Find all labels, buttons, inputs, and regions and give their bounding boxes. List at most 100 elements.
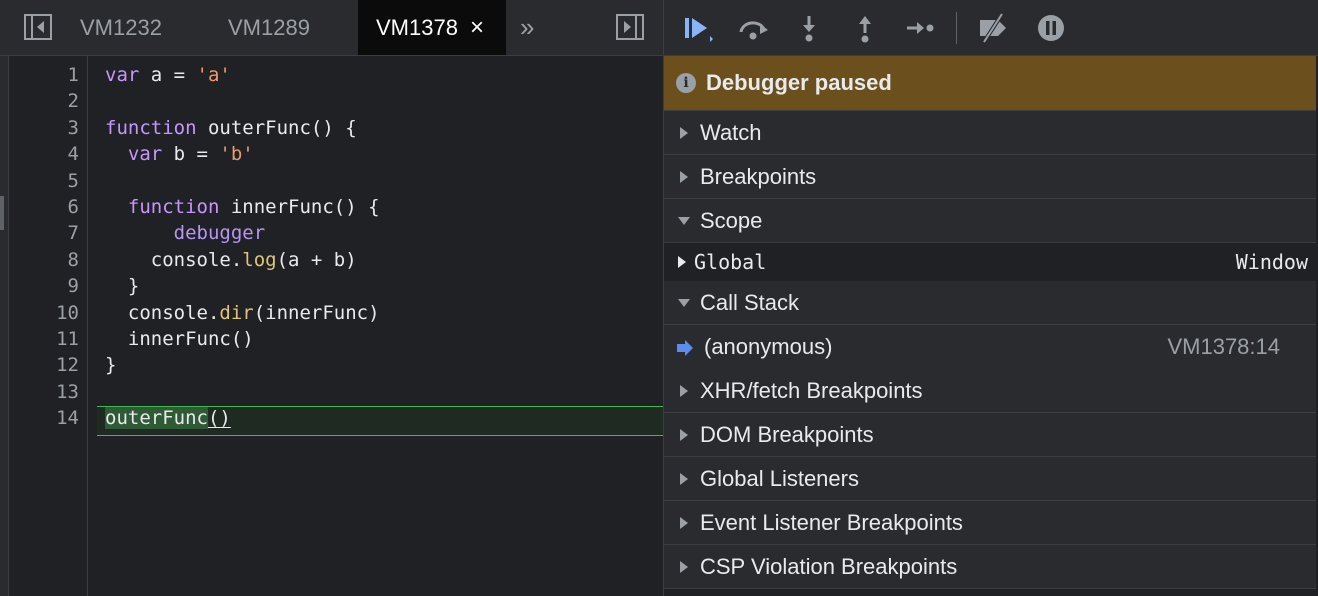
section-scope[interactable]: Scope xyxy=(664,199,1316,243)
step-over-icon[interactable] xyxy=(736,12,770,44)
scope-item-global[interactable]: Global Window xyxy=(664,243,1316,282)
code-line: function innerFunc() { xyxy=(105,196,380,218)
toolbar-separator xyxy=(956,12,957,44)
tab-label: VM1289 xyxy=(228,14,310,40)
code-token: var xyxy=(105,64,140,86)
code-token: function xyxy=(105,116,197,139)
close-icon[interactable]: × xyxy=(470,14,484,42)
resize-handle[interactable] xyxy=(0,196,4,230)
step-icon[interactable] xyxy=(904,12,938,44)
code-token: (a + b) xyxy=(276,248,357,271)
tab-vm1289[interactable]: VM1289 xyxy=(214,0,334,55)
section-label: XHR/fetch Breakpoints xyxy=(700,377,923,403)
tab-vm1378[interactable]: VM1378 × xyxy=(358,0,506,55)
source-tab-bar: VM1232 VM1289 VM1378 × » xyxy=(0,0,663,56)
code-line: var a = 'a' xyxy=(105,64,231,86)
line-number[interactable]: 1 xyxy=(68,64,79,86)
pause-on-exceptions-icon[interactable] xyxy=(1034,12,1068,44)
code-area[interactable]: var a = 'a' function outerFunc() { var b … xyxy=(97,56,663,596)
frame-function-name: (anonymous) xyxy=(704,334,833,359)
line-number[interactable]: 4 xyxy=(68,143,79,165)
tab-label: VM1378 xyxy=(376,14,458,40)
deactivate-breakpoints-icon[interactable] xyxy=(976,12,1010,44)
section-event-listener-breakpoints[interactable]: Event Listener Breakpoints xyxy=(664,501,1316,545)
code-token: outerFunc xyxy=(105,407,208,430)
navigator-strip[interactable] xyxy=(0,56,9,596)
line-number[interactable]: 14 xyxy=(56,407,79,429)
call-stack-frame[interactable]: (anonymous) VM1378:14 xyxy=(664,325,1316,370)
chevron-right-icon xyxy=(680,170,688,183)
line-number[interactable]: 7 xyxy=(68,222,79,244)
code-line: debugger xyxy=(105,222,266,245)
code-token: a = xyxy=(139,64,197,86)
section-label: CSP Violation Breakpoints xyxy=(700,553,958,579)
scope-name: Global xyxy=(694,250,767,274)
code-editor[interactable]: 1 2 3 4 5 6 7 8 9 10 11 12 13 14 var a = 'a' function … xyxy=(9,56,663,596)
toggle-navigator-icon[interactable] xyxy=(24,14,52,40)
line-number[interactable]: 13 xyxy=(56,381,79,403)
code-token: } xyxy=(105,354,117,377)
code-token: console. xyxy=(105,301,220,324)
chevron-down-icon xyxy=(678,298,690,307)
code-token: dir xyxy=(219,301,254,324)
code-token: function xyxy=(127,196,220,218)
section-dom-breakpoints[interactable]: DOM Breakpoints xyxy=(664,413,1316,457)
code-line: } xyxy=(105,275,139,297)
toggle-debugger-icon[interactable] xyxy=(616,14,644,40)
chevron-right-icon xyxy=(678,256,686,268)
more-tabs-icon[interactable]: » xyxy=(520,0,550,55)
chevron-right-icon xyxy=(680,126,688,139)
line-number[interactable]: 2 xyxy=(68,90,79,112)
resume-icon[interactable] xyxy=(680,12,714,44)
code-line: innerFunc() xyxy=(105,328,254,350)
code-token: debugger xyxy=(173,222,266,245)
section-watch[interactable]: Watch xyxy=(664,111,1316,155)
line-number[interactable]: 5 xyxy=(68,170,79,192)
line-number-gutter[interactable]: 1 2 3 4 5 6 7 8 9 10 11 12 13 14 xyxy=(9,56,88,596)
paused-message: Debugger paused xyxy=(706,70,892,95)
sources-editor-pane: VM1232 VM1289 VM1378 × » 1 2 3 4 5 6 7 8 9 10 11 12… xyxy=(0,0,663,596)
current-frame-arrow-icon xyxy=(676,337,694,363)
code-token: () xyxy=(207,407,231,430)
line-number[interactable]: 3 xyxy=(68,117,79,139)
line-number[interactable]: 12 xyxy=(56,354,79,376)
section-call-stack[interactable]: Call Stack xyxy=(664,281,1316,325)
line-number[interactable]: 9 xyxy=(68,275,79,297)
section-breakpoints[interactable]: Breakpoints xyxy=(664,155,1316,199)
line-number[interactable]: 11 xyxy=(56,328,79,350)
code-line: function outerFunc() { xyxy=(105,117,357,139)
code-line: console.log(a + b) xyxy=(105,249,357,271)
code-token: var xyxy=(127,143,163,166)
debugger-sidebar: i Debugger paused Watch Breakpoints Scop… xyxy=(663,0,1318,596)
section-label: Event Listener Breakpoints xyxy=(700,509,963,535)
code-token: (innerFunc) xyxy=(253,301,380,324)
chevron-down-icon xyxy=(678,216,690,225)
code-token: b = xyxy=(162,143,220,166)
code-token: 'b' xyxy=(219,143,254,166)
chevron-right-icon xyxy=(680,384,688,397)
step-out-icon[interactable] xyxy=(848,12,882,44)
chevron-right-icon xyxy=(680,516,688,529)
line-number[interactable]: 6 xyxy=(68,196,79,218)
line-number[interactable]: 8 xyxy=(68,249,79,271)
step-into-icon[interactable] xyxy=(792,12,826,44)
section-label: Call Stack xyxy=(700,289,800,315)
section-xhr-breakpoints[interactable]: XHR/fetch Breakpoints xyxy=(664,369,1316,413)
info-icon: i xyxy=(676,73,696,93)
section-global-listeners[interactable]: Global Listeners xyxy=(664,457,1316,501)
frame-location[interactable]: VM1378:14 xyxy=(1167,334,1280,360)
section-label: Global Listeners xyxy=(700,465,859,491)
tab-label: VM1232 xyxy=(80,14,162,40)
code-line: console.dir(innerFunc) xyxy=(105,302,380,324)
line-number[interactable]: 10 xyxy=(56,302,79,324)
code-line: } xyxy=(105,354,116,376)
tab-vm1232[interactable]: VM1232 xyxy=(66,0,186,55)
section-csp-violation-breakpoints[interactable]: CSP Violation Breakpoints xyxy=(664,545,1316,589)
scope-value: Window xyxy=(1235,250,1308,274)
section-label: Scope xyxy=(700,207,763,233)
code-token: console. xyxy=(105,248,243,271)
chevron-right-icon xyxy=(680,428,688,441)
